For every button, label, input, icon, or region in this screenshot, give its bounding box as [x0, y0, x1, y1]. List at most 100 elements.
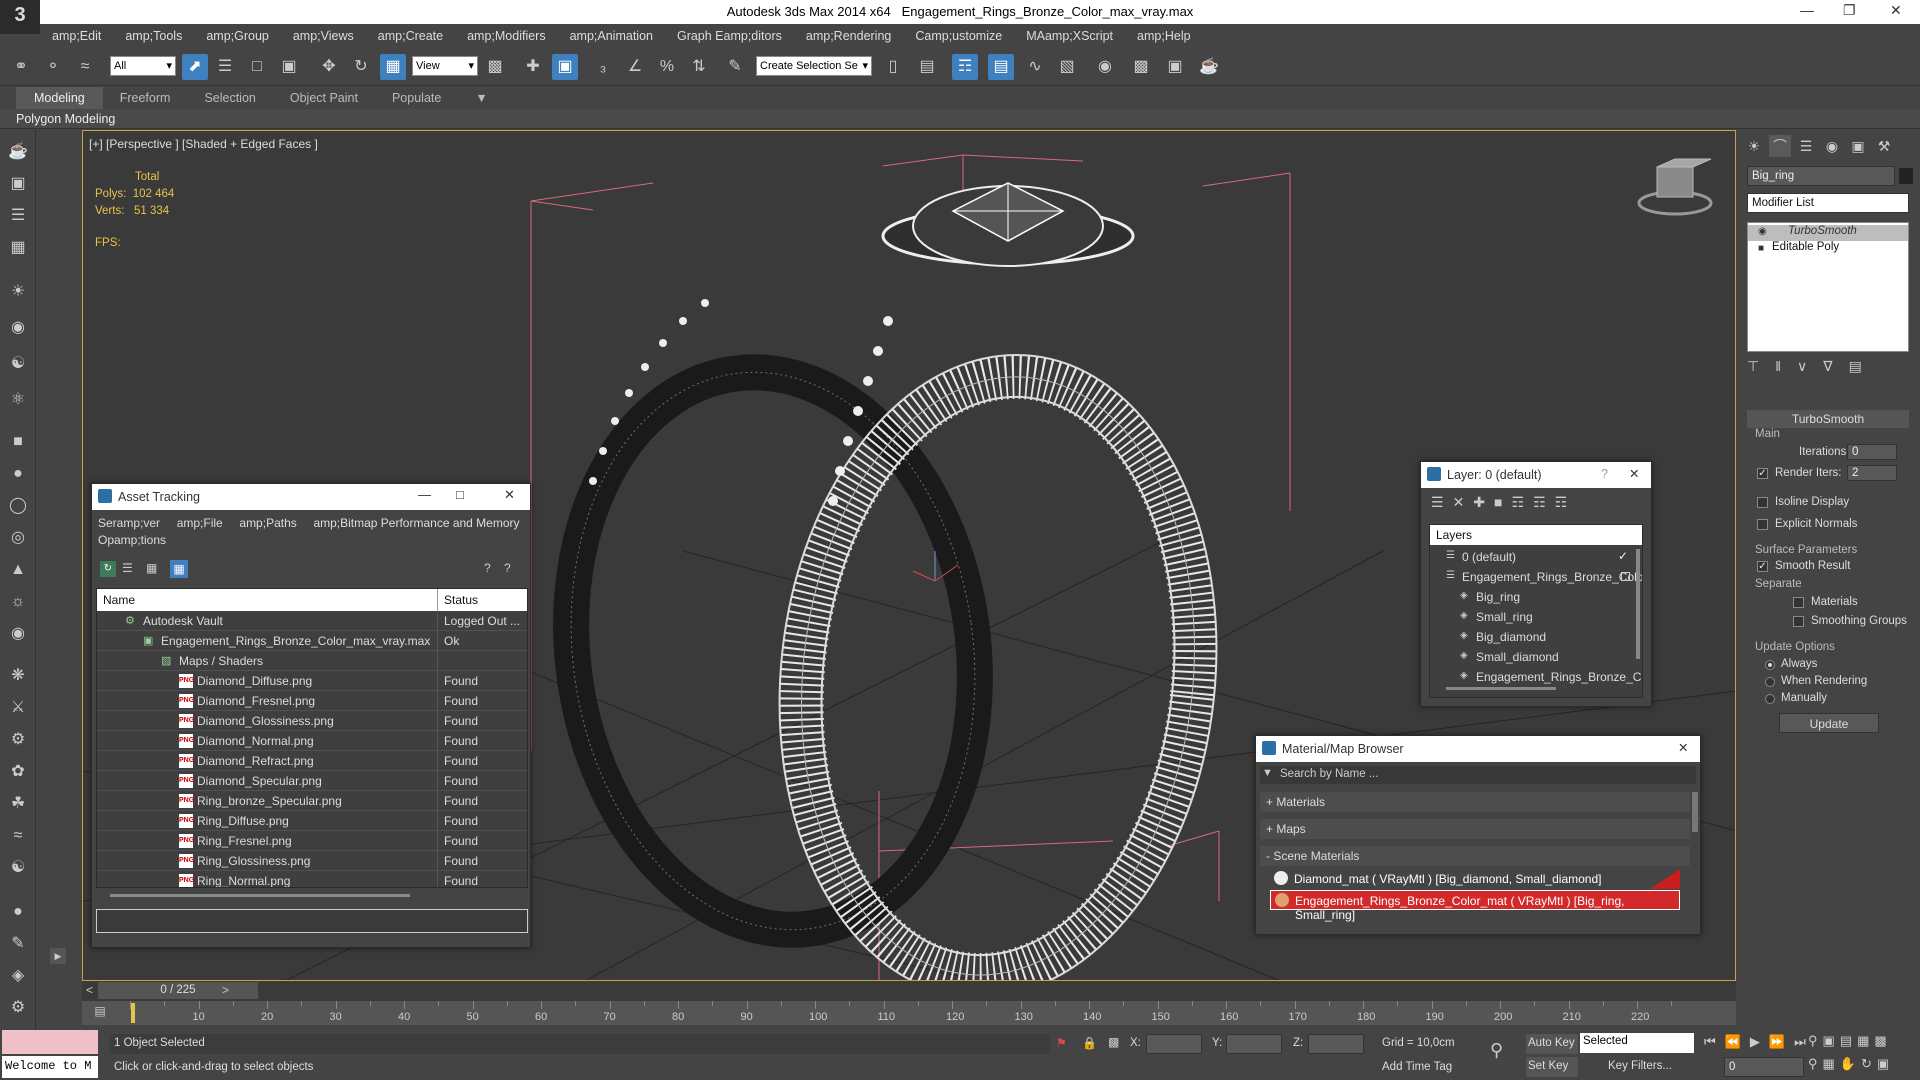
key-filters-button[interactable]: Key Filters... — [1604, 1057, 1694, 1077]
menu-animation[interactable]: amp;Animation — [558, 29, 665, 43]
menu-customize[interactable]: Camp;ustomize — [903, 29, 1014, 43]
reference-coord-dropdown[interactable]: View — [412, 56, 478, 76]
asset-row[interactable]: PNG Diamond_Normal.png Found — [97, 731, 527, 751]
torus-icon[interactable]: ◎ — [6, 526, 30, 550]
script-icon[interactable]: ✎ — [6, 932, 30, 956]
show-end-icon[interactable]: ‖ — [1775, 358, 1797, 374]
highlight-layer-icon[interactable]: ☶ — [1512, 494, 1534, 510]
selection-filter-dropdown[interactable]: All — [110, 56, 176, 76]
menu-tools[interactable]: amp;Tools — [113, 29, 194, 43]
select-layer-icon[interactable]: ■ — [1494, 494, 1511, 510]
manually-radio[interactable] — [1765, 694, 1775, 704]
graphite-ribbon-icon[interactable]: ▤ — [988, 54, 1014, 80]
zoom-extents-icon[interactable]: ⚲ — [1808, 1033, 1823, 1048]
unlink-icon[interactable]: ⚬ — [40, 54, 66, 80]
close-icon[interactable]: ✕ — [1890, 2, 1902, 19]
pan-icon[interactable]: ✋ — [1840, 1056, 1861, 1071]
modifier-list-dropdown[interactable]: Modifier List — [1747, 193, 1909, 213]
freeze-layer-icon[interactable]: ☶ — [1555, 494, 1577, 510]
layer-row[interactable]: ◈ Big_ring — [1430, 587, 1642, 607]
asset-menu-bitmap[interactable]: amp;Bitmap Performance and Memory — [313, 516, 519, 530]
tab-populate[interactable]: Populate — [375, 91, 458, 105]
play-icon[interactable]: ▶ — [1750, 1034, 1769, 1049]
select-by-name-icon[interactable]: ☰ — [212, 54, 238, 80]
restore-icon[interactable]: ❐ — [1843, 2, 1856, 19]
window-crossing-icon[interactable]: ▣ — [276, 54, 302, 80]
expand-toolbar-button[interactable]: ▶ — [50, 948, 66, 964]
asset-row[interactable]: PNG Ring_Fresnel.png Found — [97, 831, 527, 851]
asset-row[interactable]: PNG Diamond_Fresnel.png Found — [97, 691, 527, 711]
material-editor-icon[interactable]: ◉ — [1092, 54, 1118, 80]
remove-modifier-icon[interactable]: ∇ — [1823, 358, 1848, 374]
particle-icon[interactable]: ❋ — [6, 664, 30, 688]
cloth-icon[interactable]: ☯ — [6, 856, 30, 880]
absolute-mode-icon[interactable]: ▩ — [1108, 1035, 1119, 1049]
render-setup-icon[interactable]: ▩ — [1128, 54, 1154, 80]
asset-row[interactable]: ⚙ Autodesk Vault Logged Out ... — [97, 611, 527, 631]
material-item-diamond[interactable]: Diamond_mat ( VRayMtl ) [Big_diamond, Sm… — [1270, 869, 1680, 889]
frame-icon[interactable]: ▩ — [1874, 1033, 1891, 1048]
asset-row[interactable]: PNG Diamond_Glossiness.png Found — [97, 711, 527, 731]
display-tab-icon[interactable]: ▣ — [1847, 135, 1869, 157]
mirror-icon[interactable]: ▯ — [880, 54, 906, 80]
smoothing-groups-checkbox[interactable] — [1793, 616, 1804, 627]
iterations-spinner[interactable]: 0 — [1847, 444, 1897, 460]
key-icon[interactable]: ⚲ — [1490, 1040, 1503, 1061]
maximize-icon[interactable]: □ — [456, 487, 464, 502]
utilities-tab-icon[interactable]: ⚒ — [1873, 135, 1895, 157]
asset-row[interactable]: PNG Diamond_Refract.png Found — [97, 751, 527, 771]
help-icon[interactable]: ? — [1601, 467, 1608, 481]
close-icon[interactable]: ✕ — [1629, 466, 1639, 481]
align-icon[interactable]: ▤ — [914, 54, 940, 80]
layer-active-toggle[interactable] — [1621, 572, 1630, 581]
list-view-icon[interactable]: ☰ — [122, 561, 133, 575]
asset-row[interactable]: PNG Ring_Diffuse.png Found — [97, 811, 527, 831]
scene-materials-section[interactable]: - Scene Materials — [1260, 846, 1690, 866]
hierarchy-tab-icon[interactable]: ☰ — [1795, 135, 1817, 157]
hide-layer-icon[interactable]: ☶ — [1533, 494, 1555, 510]
col-status[interactable]: Status — [444, 593, 478, 607]
goto-start-icon[interactable]: ⏮ — [1704, 1034, 1725, 1049]
create-tab-icon[interactable]: ☀ — [1743, 135, 1765, 157]
lock-icon[interactable]: 🔒 — [1082, 1036, 1097, 1050]
ribbon-options-icon[interactable]: ▼ — [458, 91, 504, 105]
maxscript-mini-listener[interactable]: Welcome to M — [2, 1056, 98, 1078]
rotate-icon[interactable]: ↻ — [348, 54, 374, 80]
prev-frame-icon[interactable]: < — [86, 983, 93, 997]
help2-icon[interactable]: ? — [504, 561, 511, 575]
asset-row[interactable]: PNG Diamond_Diffuse.png Found — [97, 671, 527, 691]
menu-group[interactable]: amp;Group — [194, 29, 281, 43]
material-scrollbar[interactable] — [1692, 792, 1698, 832]
asset-menu-file[interactable]: amp;File — [177, 516, 223, 530]
always-radio[interactable] — [1765, 660, 1775, 670]
walk-icon[interactable]: ▦ — [1857, 1033, 1874, 1048]
auto-key-button[interactable]: Auto Key — [1526, 1034, 1578, 1054]
scene-explorer-icon[interactable]: ☰ — [6, 204, 30, 228]
orbit-icon[interactable]: ↻ — [1861, 1056, 1877, 1071]
new-layer-icon[interactable]: ☰ — [1431, 494, 1453, 510]
asset-row[interactable]: PNG Ring_Glossiness.png Found — [97, 851, 527, 871]
motion-tab-icon[interactable]: ◉ — [1821, 135, 1843, 157]
snaps-toggle-icon[interactable]: ₃ — [590, 54, 616, 80]
named-selection-dropdown[interactable]: Create Selection Se — [756, 56, 872, 76]
light-icon[interactable]: ☀ — [6, 280, 30, 304]
vray-icon[interactable]: ◈ — [6, 964, 30, 988]
asset-row[interactable]: PNG Ring_Normal.png Found — [97, 871, 527, 887]
menu-help[interactable]: amp;Help — [1125, 29, 1203, 43]
tab-modeling[interactable]: Modeling — [16, 87, 103, 109]
asset-row[interactable]: ▧ Maps / Shaders — [97, 651, 527, 671]
move-icon[interactable]: ✥ — [316, 54, 342, 80]
object-name-field[interactable]: Big_ring — [1747, 166, 1895, 186]
select-manipulate-icon[interactable]: ✚ — [520, 54, 546, 80]
configure-icon[interactable]: ▤ — [1849, 358, 1878, 374]
mini-curve-icon[interactable]: ▤ — [90, 1004, 110, 1022]
link-icon[interactable]: ⚭ — [8, 54, 34, 80]
asset-path-field[interactable] — [96, 909, 528, 933]
isoline-checkbox[interactable] — [1757, 497, 1768, 508]
asset-menu-server[interactable]: Seramp;ver — [98, 516, 160, 530]
delete-layer-icon[interactable]: ✕ — [1453, 494, 1474, 510]
minimize-icon[interactable]: — — [1800, 2, 1814, 18]
z-coordinate[interactable] — [1308, 1034, 1364, 1054]
menu-rendering[interactable]: amp;Rendering — [794, 29, 903, 43]
material-browser-header[interactable]: Material/Map Browser ✕ — [1256, 736, 1700, 762]
